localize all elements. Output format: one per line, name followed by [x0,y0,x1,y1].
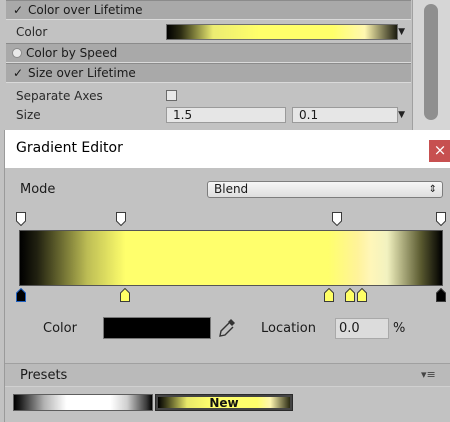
selected-color-swatch[interactable] [103,317,211,339]
alpha-key-marker-1[interactable] [16,212,26,226]
size-over-lifetime-label: Size over Lifetime [28,66,136,80]
close-icon: × [433,141,447,159]
mode-label: Mode [20,182,56,197]
color-over-lifetime-label: Color over Lifetime [28,3,143,17]
eyedropper-icon[interactable] [218,318,236,338]
separate-axes-row: Separate Axes [6,86,411,106]
preset-new-label: New [209,396,239,410]
size-over-lifetime-checkbox[interactable]: ✓ [12,66,24,80]
gradient-dropdown-arrow-icon[interactable]: ▼ [398,27,405,37]
color-key-marker-4[interactable] [344,288,355,302]
module-header-size-over-lifetime[interactable]: ✓ Size over Lifetime [6,63,411,83]
color-key-marker-6[interactable] [436,288,446,302]
gradient-editor-window: Gradient Editor × Mode Blend ⇕ Color Loc… [4,130,450,422]
dropdown-arrows-icon: ⇕ [428,184,437,195]
gradient-preview-bar[interactable] [19,230,443,286]
color-key-marker-3[interactable] [323,288,334,302]
size-dropdown-arrow-icon[interactable]: ▼ [398,110,405,120]
scrollbar-thumb[interactable] [424,4,438,120]
color-property-row: Color ▼ [6,22,411,42]
color-by-speed-label: Color by Speed [26,46,118,60]
size-max-field[interactable]: 0.1 [292,107,398,123]
alpha-key-marker-3[interactable] [332,212,342,226]
presets-header: Presets ▾≡ [5,363,450,387]
color-key-marker-2[interactable] [120,288,130,302]
size-row: Size 1.5 0.1 ▼ [6,105,411,125]
presets-menu-icon[interactable]: ▾≡ [421,368,436,381]
mode-value: Blend [214,182,249,196]
inspector-scrollbar[interactable] [412,0,450,130]
separate-axes-label: Separate Axes [16,89,103,103]
color-property-label: Color [16,25,48,39]
module-header-color-over-lifetime[interactable]: ✓ Color over Lifetime [6,0,411,20]
presets-label: Presets [20,368,68,383]
color-gradient-field[interactable] [166,24,398,40]
window-title: Gradient Editor [16,140,123,156]
color-by-speed-toggle[interactable] [12,48,22,58]
preset-black-white-gradient[interactable] [13,394,153,411]
alpha-key-marker-4[interactable] [436,212,446,226]
color-over-lifetime-checkbox[interactable]: ✓ [12,3,24,17]
size-min-field[interactable]: 1.5 [166,107,286,123]
location-label: Location [261,321,316,336]
module-header-color-by-speed[interactable]: Color by Speed [6,43,411,63]
separate-axes-checkbox[interactable] [166,90,177,101]
inspector-panel: ✓ Color over Lifetime Color ▼ Color by S… [0,0,450,130]
title-bar[interactable]: Gradient Editor × [5,130,450,168]
close-button[interactable]: × [429,140,450,162]
color-label: Color [43,321,77,336]
mode-dropdown[interactable]: Blend ⇕ [207,181,443,198]
size-label: Size [16,108,41,122]
percent-label: % [393,321,406,336]
preset-new-button[interactable]: New [155,394,293,411]
preset-new-gradient: New [158,396,290,410]
location-input[interactable]: 0.0 [335,318,389,339]
alpha-key-marker-2[interactable] [115,212,126,226]
color-key-marker-5[interactable] [357,288,368,302]
color-key-marker-1[interactable] [16,288,26,302]
